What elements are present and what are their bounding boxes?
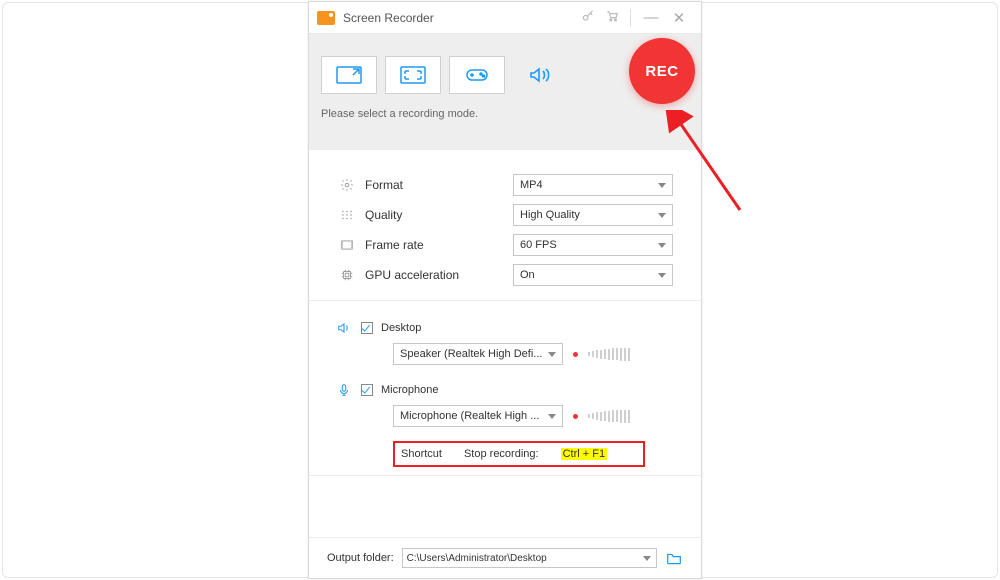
screen-recorder-window: Screen Recorder — ✕ REC Plea xyxy=(308,1,702,579)
desktop-vu-meter xyxy=(588,347,630,361)
mic-vu-meter xyxy=(588,409,630,423)
shortcut-keys: Ctrl + F1 xyxy=(561,448,607,460)
filmstrip-icon xyxy=(337,238,357,252)
mode-region-button[interactable] xyxy=(321,56,377,94)
output-folder-select[interactable]: C:\Users\Administrator\Desktop xyxy=(402,548,657,568)
mic-audio-label: Microphone xyxy=(381,384,438,396)
record-button[interactable]: REC xyxy=(629,38,695,104)
cart-icon[interactable] xyxy=(600,9,624,26)
desktop-audio-label: Desktop xyxy=(381,322,421,334)
mode-hint: Please select a recording mode. xyxy=(321,108,689,120)
app-title: Screen Recorder xyxy=(343,11,434,25)
rec-indicator-dot xyxy=(573,414,578,419)
microphone-icon xyxy=(337,383,353,397)
quality-label: Quality xyxy=(357,208,513,222)
shortcut-action-label: Stop recording: xyxy=(464,448,539,460)
minimize-button[interactable]: — xyxy=(637,9,665,26)
fps-label: Frame rate xyxy=(357,238,513,252)
format-select[interactable]: MP4 xyxy=(513,174,673,196)
mode-strip: REC Please select a recording mode. xyxy=(309,34,701,150)
mic-device-select[interactable]: Microphone (Realtek High ... xyxy=(393,405,563,427)
open-folder-button[interactable] xyxy=(665,551,683,565)
audio-pane: Desktop Speaker (Realtek High Defi... Mi… xyxy=(309,301,701,476)
gpu-label: GPU acceleration xyxy=(357,268,513,282)
output-folder-label: Output folder: xyxy=(327,552,394,564)
format-label: Format xyxy=(357,178,513,192)
rec-indicator-dot xyxy=(573,352,578,357)
chip-icon xyxy=(337,268,357,282)
title-bar: Screen Recorder — ✕ xyxy=(309,2,701,34)
settings-pane: Format MP4 Quality High Quality Frame ra… xyxy=(309,150,701,301)
close-button[interactable]: ✕ xyxy=(665,9,693,27)
speaker-icon xyxy=(337,321,353,335)
shortcut-callout: Shortcut Stop recording: Ctrl + F1 xyxy=(393,441,645,467)
footer: Output folder: C:\Users\Administrator\De… xyxy=(309,537,701,578)
mode-audio-button[interactable] xyxy=(513,56,569,94)
mode-fullscreen-button[interactable] xyxy=(385,56,441,94)
mode-game-button[interactable] xyxy=(449,56,505,94)
key-icon[interactable] xyxy=(576,9,600,26)
app-icon xyxy=(317,11,335,25)
grid-icon xyxy=(337,208,357,222)
gpu-select[interactable]: On xyxy=(513,264,673,286)
shortcut-label: Shortcut xyxy=(401,448,442,460)
desktop-device-select[interactable]: Speaker (Realtek High Defi... xyxy=(393,343,563,365)
fps-select[interactable]: 60 FPS xyxy=(513,234,673,256)
mic-audio-checkbox[interactable] xyxy=(361,384,373,396)
gear-icon xyxy=(337,178,357,192)
desktop-audio-checkbox[interactable] xyxy=(361,322,373,334)
quality-select[interactable]: High Quality xyxy=(513,204,673,226)
